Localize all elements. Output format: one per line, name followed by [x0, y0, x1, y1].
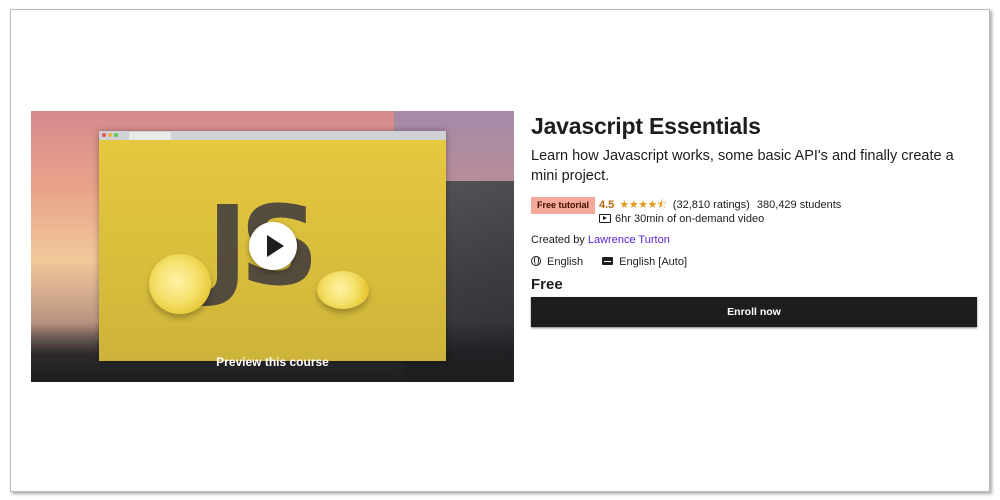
browser-maximize-dot [114, 133, 118, 137]
globe-icon [531, 256, 541, 267]
lemon-slice-image [317, 271, 369, 309]
created-by-label: Created by [531, 234, 585, 246]
enroll-now-button[interactable]: Enroll now [531, 297, 977, 327]
captions-icon [602, 257, 614, 266]
ratings-count[interactable]: (32,810 ratings) [673, 199, 750, 211]
browser-minimize-dot [108, 133, 112, 137]
course-subtitle: Learn how Javascript works, some basic A… [531, 148, 954, 184]
star-rating-icon: ★★★★⯪ [619, 199, 667, 211]
video-length-row: 6hr 30min of on-demand video [599, 212, 764, 226]
browser-title-bar [99, 131, 446, 140]
free-tutorial-badge: Free tutorial [531, 197, 596, 214]
created-by-row: Created by Lawrence Turton [531, 234, 670, 246]
play-button[interactable] [249, 222, 297, 270]
browser-tab [129, 132, 171, 140]
language-row: English English [Auto] [531, 255, 687, 269]
course-language: English [547, 256, 584, 268]
preview-label[interactable]: Preview this course [31, 355, 514, 369]
course-price: Free [531, 276, 563, 293]
course-title: Javascript Essentials [531, 113, 761, 139]
browser-close-dot [102, 133, 106, 137]
students-count: 380,429 students [756, 199, 842, 211]
play-icon [267, 235, 284, 257]
rating-row: 4.5 ★★★★⯪ (32,810 ratings) 380,429 stude… [599, 198, 841, 212]
video-icon [599, 213, 611, 223]
rating-number: 4.5 [599, 199, 615, 211]
author-link[interactable]: Lawrence Turton [588, 234, 670, 246]
lemon-image [149, 254, 211, 314]
captions-language: English [Auto] [619, 256, 688, 268]
video-length: 6hr 30min of on-demand video [615, 213, 765, 225]
course-preview[interactable]: JS Preview this course [31, 111, 514, 382]
